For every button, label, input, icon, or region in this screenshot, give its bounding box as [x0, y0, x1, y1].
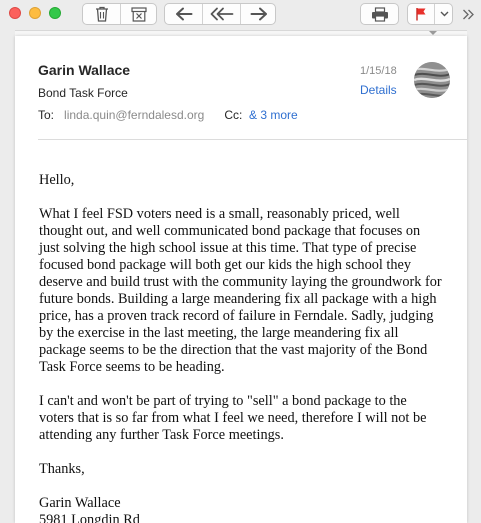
greeting: Hello,	[39, 172, 75, 188]
signature-address: 5981 Longdin Rd	[39, 512, 140, 523]
reply-all-icon	[210, 7, 233, 21]
thread-caret-icon	[429, 31, 437, 35]
flag-group	[407, 3, 453, 25]
forward-button[interactable]	[240, 4, 276, 24]
reply-all-button[interactable]	[202, 4, 240, 24]
message-date: 1/15/18	[360, 65, 397, 77]
printer-icon	[371, 6, 388, 22]
forward-icon	[250, 7, 267, 21]
signature-name: Garin Wallace	[39, 495, 121, 511]
cc-label: Cc:	[224, 108, 243, 122]
to-label: To:	[38, 108, 55, 122]
delete-archive-group	[82, 3, 157, 25]
chevron-down-icon	[440, 11, 448, 17]
flag-button[interactable]	[408, 4, 434, 24]
message-subject: Bond Task Force	[38, 86, 128, 100]
flag-icon	[416, 8, 426, 21]
toolbar-overflow-button[interactable]	[459, 5, 477, 23]
archive-button[interactable]	[120, 4, 157, 24]
reply-icon	[175, 7, 192, 21]
details-link[interactable]: Details	[360, 83, 397, 97]
minimize-window-button[interactable]	[29, 7, 41, 19]
reply-button[interactable]	[165, 4, 202, 24]
message-body: Hello, What I feel FSD voters need is a …	[39, 172, 444, 523]
flag-menu-button[interactable]	[434, 4, 453, 24]
trash-icon	[95, 6, 108, 22]
double-chevron-right-icon	[462, 9, 474, 19]
body-paragraph-2: I can't and won't be part of trying to "…	[39, 393, 427, 443]
zoom-window-button[interactable]	[49, 7, 61, 19]
print-button[interactable]	[360, 3, 399, 25]
cc-more-link[interactable]: & 3 more	[249, 108, 298, 122]
message-pane: Garin Wallace Bond Task Force To: linda.…	[15, 36, 467, 523]
toolbar	[0, 0, 481, 30]
recipients-row: To: linda.quin@ferndalesd.org Cc: & 3 mo…	[38, 108, 298, 122]
body-paragraph-1: What I feel FSD voters need is a small, …	[39, 206, 442, 375]
closing: Thanks,	[39, 461, 85, 477]
sender-avatar	[414, 62, 450, 98]
archive-icon	[131, 6, 147, 22]
sender-name[interactable]: Garin Wallace	[38, 62, 130, 78]
to-address[interactable]: linda.quin@ferndalesd.org	[64, 108, 204, 122]
header-divider	[38, 139, 467, 140]
print-button-face	[361, 4, 398, 24]
delete-button[interactable]	[83, 4, 120, 24]
close-window-button[interactable]	[9, 7, 21, 19]
reply-group	[164, 3, 276, 25]
